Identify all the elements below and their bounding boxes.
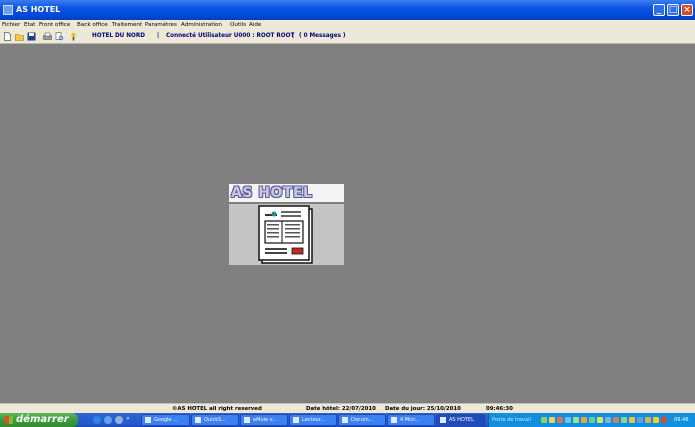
new-document-icon[interactable] (3, 32, 12, 41)
tray-icon[interactable] (581, 417, 587, 423)
tray-icon[interactable] (613, 417, 619, 423)
tray-icon[interactable] (549, 417, 555, 423)
taskbar-item-google[interactable]: Google ... (141, 414, 190, 426)
browser-icon[interactable] (104, 416, 112, 424)
maximize-button[interactable]: □ (667, 4, 679, 16)
tray-icon[interactable] (629, 417, 635, 423)
messages-count[interactable]: ( 0 Messages ) (299, 32, 346, 41)
menu-etat[interactable]: Etat (24, 22, 35, 29)
window-icon (293, 417, 299, 423)
tray-icon[interactable] (589, 417, 595, 423)
connected-user: Connecté Utilisateur U000 : ROOT ROOT (166, 33, 295, 39)
splash-banner: AS HOTEL (229, 184, 344, 202)
menu-traitement[interactable]: Traitement (112, 22, 142, 29)
tray-icon[interactable] (605, 417, 611, 423)
tray-icon[interactable] (661, 417, 667, 423)
current-date: Date du jour: 25/10/2010 (385, 405, 461, 412)
print-icon[interactable] (43, 32, 52, 41)
minimize-button[interactable]: _ (653, 4, 665, 16)
taskbar-item-documents[interactable]: Docum... (338, 414, 386, 426)
tray-clock: 09:46 (674, 417, 689, 423)
start-button[interactable]: démarrer (0, 413, 78, 427)
hotel-document-illustration (229, 204, 344, 265)
internet-explorer-icon[interactable] (93, 416, 101, 424)
taskbar-item-emule[interactable]: eMule v... (240, 414, 288, 426)
hotel-name: HOTEL DU NORD (92, 33, 145, 39)
menu-administration[interactable]: Administration (181, 22, 222, 29)
status-bar: ©AS HOTEL all right reserved Date hôtel:… (0, 403, 695, 413)
save-icon[interactable] (27, 32, 36, 41)
tray-icon[interactable] (653, 417, 659, 423)
help-icon[interactable] (69, 32, 78, 41)
menu-fichier[interactable]: Fichier (2, 22, 20, 29)
copyright-text: ©AS HOTEL all right reserved (172, 405, 262, 412)
tray-icon[interactable] (573, 417, 579, 423)
splash-logo: AS HOTEL (229, 184, 344, 265)
app-icon (3, 5, 13, 15)
hotel-date: Date hôtel: 22/07/2010 (306, 405, 376, 412)
open-folder-icon[interactable] (15, 32, 24, 41)
splash-title: AS HOTEL (231, 185, 313, 201)
toolbar: HOTEL DU NORD | Connecté Utilisateur U00… (0, 30, 695, 44)
folder-icon (342, 417, 348, 423)
tray-icon[interactable] (541, 417, 547, 423)
window-icon (244, 417, 250, 423)
window-icon (391, 417, 397, 423)
menu-front-office[interactable]: Front office (39, 22, 70, 29)
media-player-icon[interactable] (115, 416, 123, 424)
menu-outils[interactable]: Outils (230, 22, 246, 29)
tray-icon[interactable] (637, 417, 643, 423)
start-label: démarrer (16, 414, 69, 425)
toolbar-separator: | (157, 33, 160, 39)
taskbar-item-lecteur[interactable]: Lecteur... (289, 414, 337, 426)
current-time: 09:46:30 (486, 405, 513, 412)
title-bar[interactable]: AS HOTEL _ □ × (0, 0, 695, 20)
taskbar-item-as-hotel[interactable]: AS HOTEL (436, 414, 485, 426)
menu-back-office[interactable]: Back office (77, 22, 108, 29)
window-icon (440, 417, 446, 423)
system-tray: Poste de travail 09:46 (488, 413, 695, 427)
windows-logo-icon (5, 416, 13, 424)
window-icon (195, 417, 201, 423)
window-icon (145, 417, 151, 423)
menu-aide[interactable]: Aide (249, 22, 261, 29)
tray-icon[interactable] (645, 417, 651, 423)
menu-parametres[interactable]: Paramètres (145, 22, 177, 29)
document-icon (258, 205, 313, 264)
taskbar-item-microsoft[interactable]: 4 Micr... (387, 414, 435, 426)
taskbar-item-quicks[interactable]: QuickS... (191, 414, 239, 426)
close-button[interactable]: × (681, 4, 693, 16)
print-preview-icon[interactable] (55, 32, 64, 41)
menu-bar: Fichier Etat Front office Back office Tr… (0, 20, 695, 30)
tray-icon[interactable] (597, 417, 603, 423)
tray-label[interactable]: Poste de travail (492, 417, 531, 424)
tray-icon[interactable] (557, 417, 563, 423)
taskbar: démarrer » Google ... QuickS... eMule v.… (0, 413, 695, 427)
toolbar-separator: | (292, 33, 295, 39)
quicklaunch-overflow[interactable]: » (126, 415, 130, 422)
tray-icon[interactable] (565, 417, 571, 423)
tray-icon[interactable] (621, 417, 627, 423)
window-title: AS HOTEL (16, 5, 61, 14)
